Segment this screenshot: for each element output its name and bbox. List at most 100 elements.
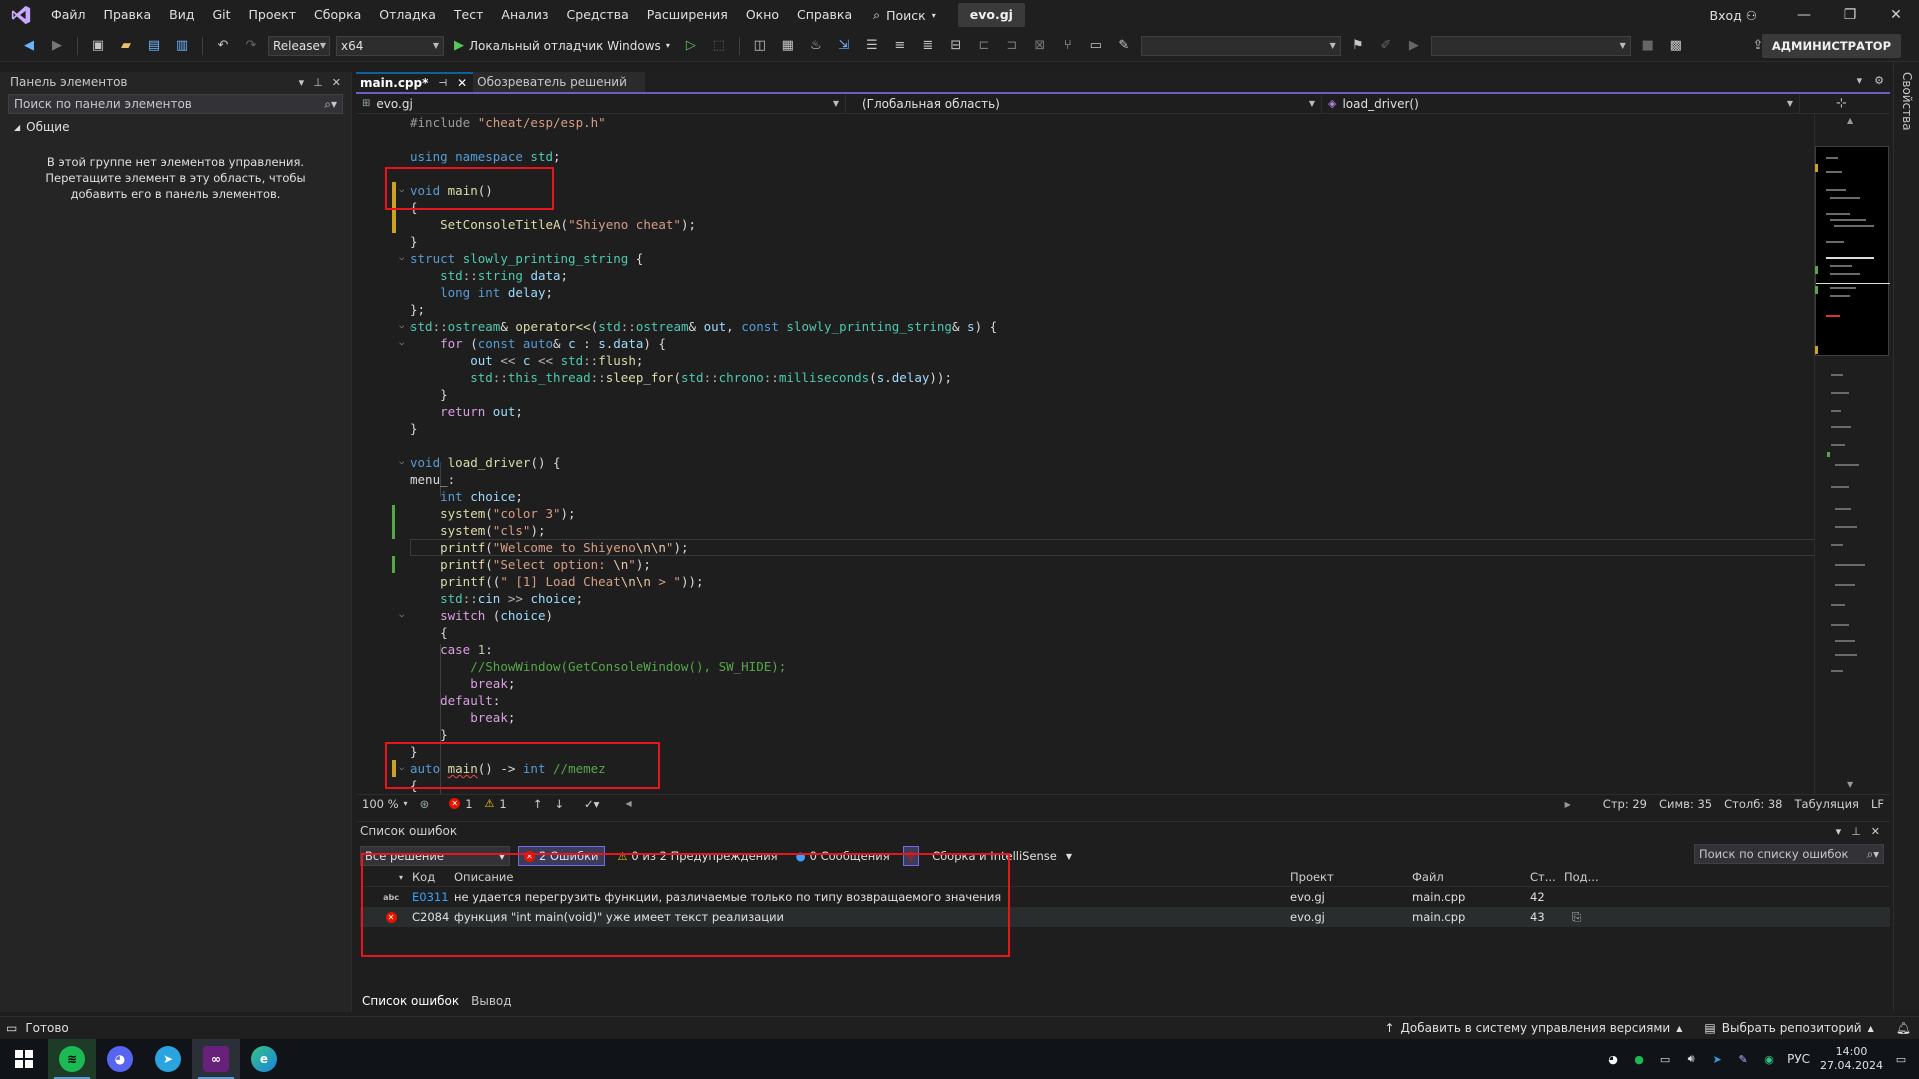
code-editor[interactable]: #include "cheat/esp/esp.h" using namespa… [356,114,1814,794]
undo-icon[interactable]: ↶ [212,35,234,57]
bookmark-next-icon[interactable]: ⊐ [1001,35,1023,57]
tab-main-cpp[interactable]: main.cpp* ⊣ ✕ [356,72,474,92]
menu-build[interactable]: Сборка [305,0,370,30]
start-button[interactable] [0,1039,48,1079]
column-header-line[interactable]: Ст... [1530,870,1556,884]
uncomment-icon[interactable]: ≣ [917,35,939,57]
add-to-source-control-button[interactable]: ↑ Добавить в систему управления версиями… [1384,1021,1682,1035]
align-icon[interactable]: ☰ [861,35,883,57]
attach-icon[interactable]: ⬚ [708,35,730,57]
column-header-description[interactable]: Описание [454,870,513,884]
scroll-right-icon[interactable]: ▶ [1559,795,1577,813]
prev-issue-icon[interactable]: ↑ [527,795,549,813]
notifications-icon[interactable]: 🔔︎ [1896,1021,1911,1035]
taskbar-discord[interactable]: ◕ [96,1039,144,1079]
tab-solution-explorer[interactable]: Обозреватель решений [473,72,646,92]
close-icon[interactable]: ✕ [332,76,341,89]
signin-button[interactable]: Вход ⚇ [1710,8,1757,23]
menu-window[interactable]: Окно [737,0,788,30]
search-icon[interactable]: ⌕▾ [1867,847,1879,862]
open-file-icon[interactable]: ▰ [115,35,137,57]
menu-file[interactable]: Файл [42,0,95,30]
terminal-icon[interactable]: ▭ [1085,35,1107,57]
panel-menu-icon[interactable]: ▾ [299,76,305,89]
redo-icon[interactable]: ↷ [240,35,262,57]
member-combo[interactable]: ◈ load_driver() ▼ [1322,93,1800,114]
find-in-files-icon[interactable]: ⚑ [1347,35,1369,57]
minimize-button[interactable]: — [1781,0,1827,30]
bookmark-clear-icon[interactable]: ⊠ [1029,35,1051,57]
diagnostic-icon[interactable]: ▩ [1665,35,1687,57]
split-editor-icon[interactable]: ⊹ [1836,96,1847,111]
error-count[interactable]: ✕ 1 [443,795,478,813]
close-tab-icon[interactable]: ✕ [457,76,467,90]
project-combo[interactable]: ⊞ evo.gj ▼ [356,93,846,114]
hot-reload-icon[interactable]: ♨ [805,35,827,57]
edit-icon[interactable]: ✎ [1113,35,1135,57]
tab-error-list[interactable]: Список ошибок [356,991,465,1011]
char-indicator[interactable]: Симв: 35 [1653,795,1718,813]
menu-view[interactable]: Вид [160,0,203,30]
search-icon[interactable]: ⌕▾ [324,97,337,112]
line-indicator[interactable]: Стр: 29 [1597,795,1653,813]
restore-button[interactable]: ❐ [1827,0,1873,30]
next-issue-icon[interactable]: ↓ [548,795,570,813]
indent-indicator[interactable]: Табуляция [1789,795,1865,813]
step-icon[interactable]: ⇲ [833,35,855,57]
bookmark-icon[interactable]: ⊟ [945,35,967,57]
settings-icon[interactable]: ⚙ [1874,74,1884,87]
health-icon[interactable]: ⊛ [414,795,436,813]
menu-tools[interactable]: Средства [558,0,638,30]
save-icon[interactable]: ▤ [143,35,165,57]
stop-icon[interactable]: ■ [1637,35,1659,57]
copilot-explain-icon[interactable]: ⎘ [1572,910,1581,925]
column-header-file[interactable]: Файл [1412,870,1444,884]
warnings-filter-button[interactable]: ⚠ 0 из 2 Предупреждения [613,846,783,866]
clock[interactable]: 14:00 27.04.2024 [1820,1045,1883,1073]
column-header-project[interactable]: Проект [1290,870,1334,884]
table-row[interactable]: ✕ C2084 функция "int main(void)" уже име… [360,907,1890,927]
layout-icon[interactable]: ▦ [777,35,799,57]
error-list-search-input[interactable]: Поиск по списку ошибок ⌕▾ [1694,844,1884,864]
second-combo[interactable]: ▼ [1430,35,1631,56]
language-indicator[interactable]: РУС [1787,1052,1810,1066]
taskbar-edge[interactable]: e [240,1039,288,1079]
new-project-icon[interactable]: ▣ [87,35,109,57]
table-row[interactable]: abc E0311 не удается перегрузить функции… [360,887,1890,907]
discord-tray-icon[interactable]: ◕ [1605,1051,1621,1067]
menu-help[interactable]: Справка [788,0,861,30]
close-icon[interactable]: ✕ [1871,825,1880,838]
navigate-back-icon[interactable]: ◀ [18,35,40,57]
select-repository-button[interactable]: ▤ Выбрать репозиторий ▲ [1704,1021,1873,1035]
scope-combo[interactable]: (Глобальная область) ▼ [846,93,1322,114]
scroll-left-icon[interactable]: ◀ [619,795,637,813]
taskbar-spotify[interactable]: ≋ [48,1039,96,1079]
network-icon[interactable]: ▭ [1657,1051,1673,1067]
cleanup-icon[interactable]: ✓▾ [578,795,605,813]
panel-menu-icon[interactable]: ▾ [1836,825,1842,838]
find-combo[interactable]: ▼ [1140,35,1341,56]
visual-studio-logo-icon[interactable] [0,0,42,30]
scroll-up-icon[interactable]: ▲ [1847,116,1853,125]
volume-icon[interactable]: 🔊︎ [1683,1051,1699,1067]
taskbar-telegram[interactable]: ➤ [144,1039,192,1079]
pen-icon[interactable]: ✐ [1375,35,1397,57]
toolbox-group-general[interactable]: ◢ Общие [0,118,351,136]
bookmark-prev-icon[interactable]: ⊏ [973,35,995,57]
tab-output[interactable]: Вывод [465,991,517,1011]
scope-filter-select[interactable]: Все решение ▼ [360,846,510,866]
menu-edit[interactable]: Правка [95,0,161,30]
zoom-combo[interactable]: 100 % ▾ [356,795,414,813]
start-without-debugging-icon[interactable]: ▷ [680,35,702,57]
toolbox-search-input[interactable]: Поиск по панели элементов ⌕▾ [8,94,343,114]
comment-icon[interactable]: ≡ [889,35,911,57]
forward-icon[interactable]: ▶ [1403,35,1425,57]
menu-analyze[interactable]: Анализ [492,0,557,30]
pin-icon[interactable]: ⊥ [1851,825,1861,838]
save-all-icon[interactable]: ▥ [171,35,193,57]
properties-tab[interactable]: Свойства [1900,72,1914,131]
menu-git[interactable]: Git [203,0,239,30]
column-header-suppression[interactable]: Под... [1564,870,1599,884]
spotify-tray-icon[interactable]: ● [1631,1051,1647,1067]
pin-icon[interactable]: ⊣ [438,78,447,89]
